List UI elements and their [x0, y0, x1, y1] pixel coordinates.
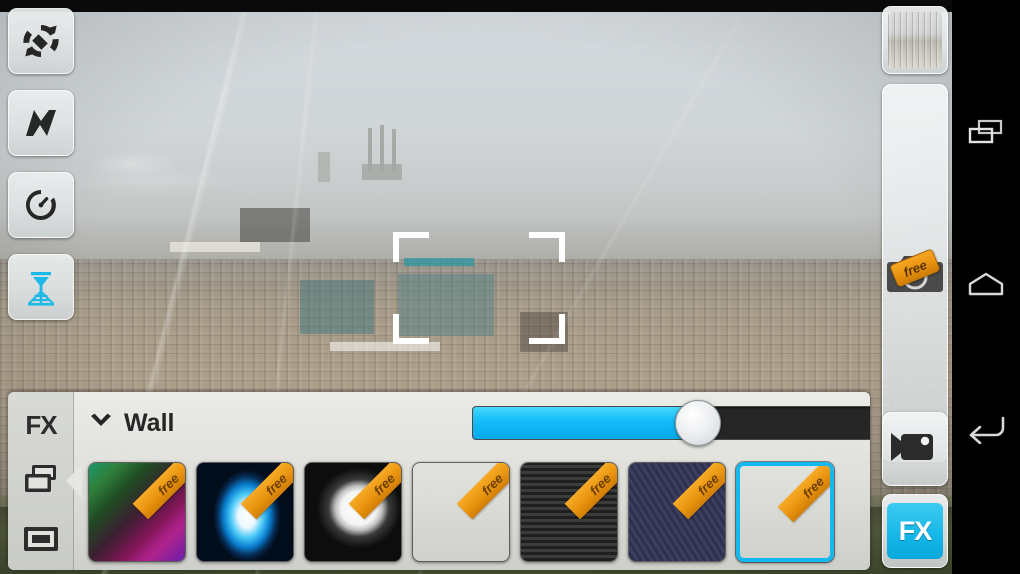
layer-select-dropdown[interactable]: Wall	[88, 409, 174, 438]
switch-camera-icon	[19, 19, 63, 63]
photo-tower	[318, 152, 330, 182]
app-root: free FX FX Wall free free free free free…	[0, 0, 1020, 574]
video-camera-icon	[889, 428, 941, 471]
focus-corner-bl	[393, 314, 399, 344]
opacity-slider[interactable]	[472, 400, 870, 446]
fx-text-icon: FX	[25, 409, 57, 440]
video-record-button[interactable]	[882, 412, 948, 486]
panel-content: Wall free free free free free free free	[74, 392, 870, 570]
texture-thumbnail[interactable]: free	[628, 462, 726, 562]
effects-panel: FX Wall free free free free free free fr…	[8, 392, 870, 570]
photo-building	[300, 280, 374, 334]
texture-thumbnail[interactable]: free	[196, 462, 294, 562]
focus-bracket	[393, 232, 565, 344]
timer-button[interactable]	[8, 172, 74, 238]
switch-camera-button[interactable]	[8, 8, 74, 74]
texture-thumbnail[interactable]: free	[520, 462, 618, 562]
photo-building	[240, 208, 310, 242]
layer-select-value: Wall	[124, 408, 175, 437]
slider-track[interactable]	[472, 406, 870, 440]
home-button[interactable]	[952, 252, 1020, 320]
camera-icon: free	[886, 248, 944, 296]
recents-button[interactable]	[952, 100, 1020, 168]
timer-icon	[19, 183, 63, 227]
android-navigation-bar	[952, 0, 1020, 574]
gallery-thumbnail-button[interactable]	[882, 6, 948, 74]
frame-icon	[21, 524, 61, 559]
slider-thumb[interactable]	[675, 400, 721, 446]
back-button[interactable]	[952, 396, 1020, 464]
free-badge: free	[777, 466, 830, 523]
photo-chimney-base	[362, 164, 402, 180]
overflow-menu-button[interactable]	[952, 8, 1020, 76]
back-arrow-icon	[965, 412, 1007, 449]
texture-thumbnail[interactable]: free	[88, 462, 186, 562]
focus-corner-br	[559, 314, 565, 344]
texture-thumbnail-strip[interactable]: free free free free free free free	[74, 454, 870, 570]
tab-layers[interactable]	[8, 452, 74, 510]
chevron-down-icon	[88, 412, 114, 435]
panel-tab-strip: FX	[8, 392, 82, 570]
fx-button-label: FX	[887, 503, 943, 559]
fx-toggle-button[interactable]: FX	[882, 494, 948, 568]
texture-thumbnail[interactable]: free	[412, 462, 510, 562]
tripod-button[interactable]	[8, 254, 74, 320]
focus-corner-tl	[393, 232, 399, 262]
tripod-icon	[19, 265, 63, 309]
tab-fx[interactable]: FX	[8, 396, 74, 454]
flash-button[interactable]	[8, 90, 74, 156]
home-icon	[965, 269, 1007, 304]
texture-thumbnail[interactable]: free	[304, 462, 402, 562]
flash-icon	[19, 101, 63, 145]
panel-header: Wall	[74, 392, 870, 454]
focus-corner-tr	[559, 232, 565, 262]
free-badge: free	[456, 463, 509, 520]
camera-tool-column	[8, 8, 76, 336]
texture-thumbnail-selected[interactable]: free	[736, 462, 834, 562]
camera-action-rail: free FX	[878, 0, 952, 574]
tab-frame[interactable]	[8, 512, 74, 570]
photo-building	[170, 242, 260, 252]
gallery-thumbnail-image	[888, 12, 942, 68]
shutter-button[interactable]: free	[882, 84, 948, 462]
recents-icon	[966, 116, 1006, 153]
layers-icon	[21, 463, 61, 500]
slider-fill	[473, 407, 698, 439]
